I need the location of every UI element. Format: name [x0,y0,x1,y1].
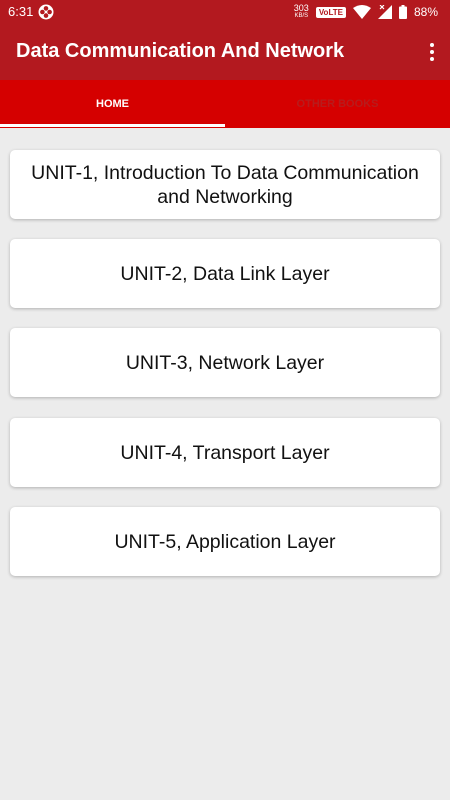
unit-5-card[interactable]: UNIT-5, Application Layer [10,507,440,576]
status-time: 6:31 [8,4,34,19]
app-title: Data Communication And Network [16,40,345,62]
unit-4-card[interactable]: UNIT-4, Transport Layer [10,418,440,487]
more-vert-icon[interactable] [426,38,438,66]
unit-2-label: UNIT-2, Data Link Layer [120,262,330,285]
app-bar: Data Communication And Network [0,24,450,80]
network-speed: 303 KB/S [294,4,309,20]
unit-5-label: UNIT-5, Application Layer [114,530,336,553]
unit-3-card[interactable]: UNIT-3, Network Layer [10,328,440,397]
tab-bar: HOME OTHER BOOKS [0,80,450,128]
unit-1-card[interactable]: UNIT-1, Introduction To Data Communicati… [10,150,440,219]
network-speed-value: 303 [293,3,309,13]
volte-badge: VoLTE [315,6,346,18]
status-bar: 6:31 303 KB/S VoLTE 88% [0,0,450,24]
tab-home[interactable]: HOME [0,80,225,128]
battery-percent: 88% [413,5,438,19]
pinwheel-icon [38,4,54,20]
tab-indicator [0,124,225,127]
unit-3-label: UNIT-3, Network Layer [125,351,325,374]
network-speed-unit: KB/S [294,13,309,19]
unit-1-label: UNIT-1, Introduction To Data Communicati… [31,161,419,208]
unit-2-card[interactable]: UNIT-2, Data Link Layer [10,239,440,308]
signal-icon [377,5,392,19]
tab-other-books[interactable]: OTHER BOOKS [225,80,450,128]
wifi-icon [352,5,371,19]
unit-4-label: UNIT-4, Transport Layer [120,441,330,464]
battery-icon [398,5,407,19]
